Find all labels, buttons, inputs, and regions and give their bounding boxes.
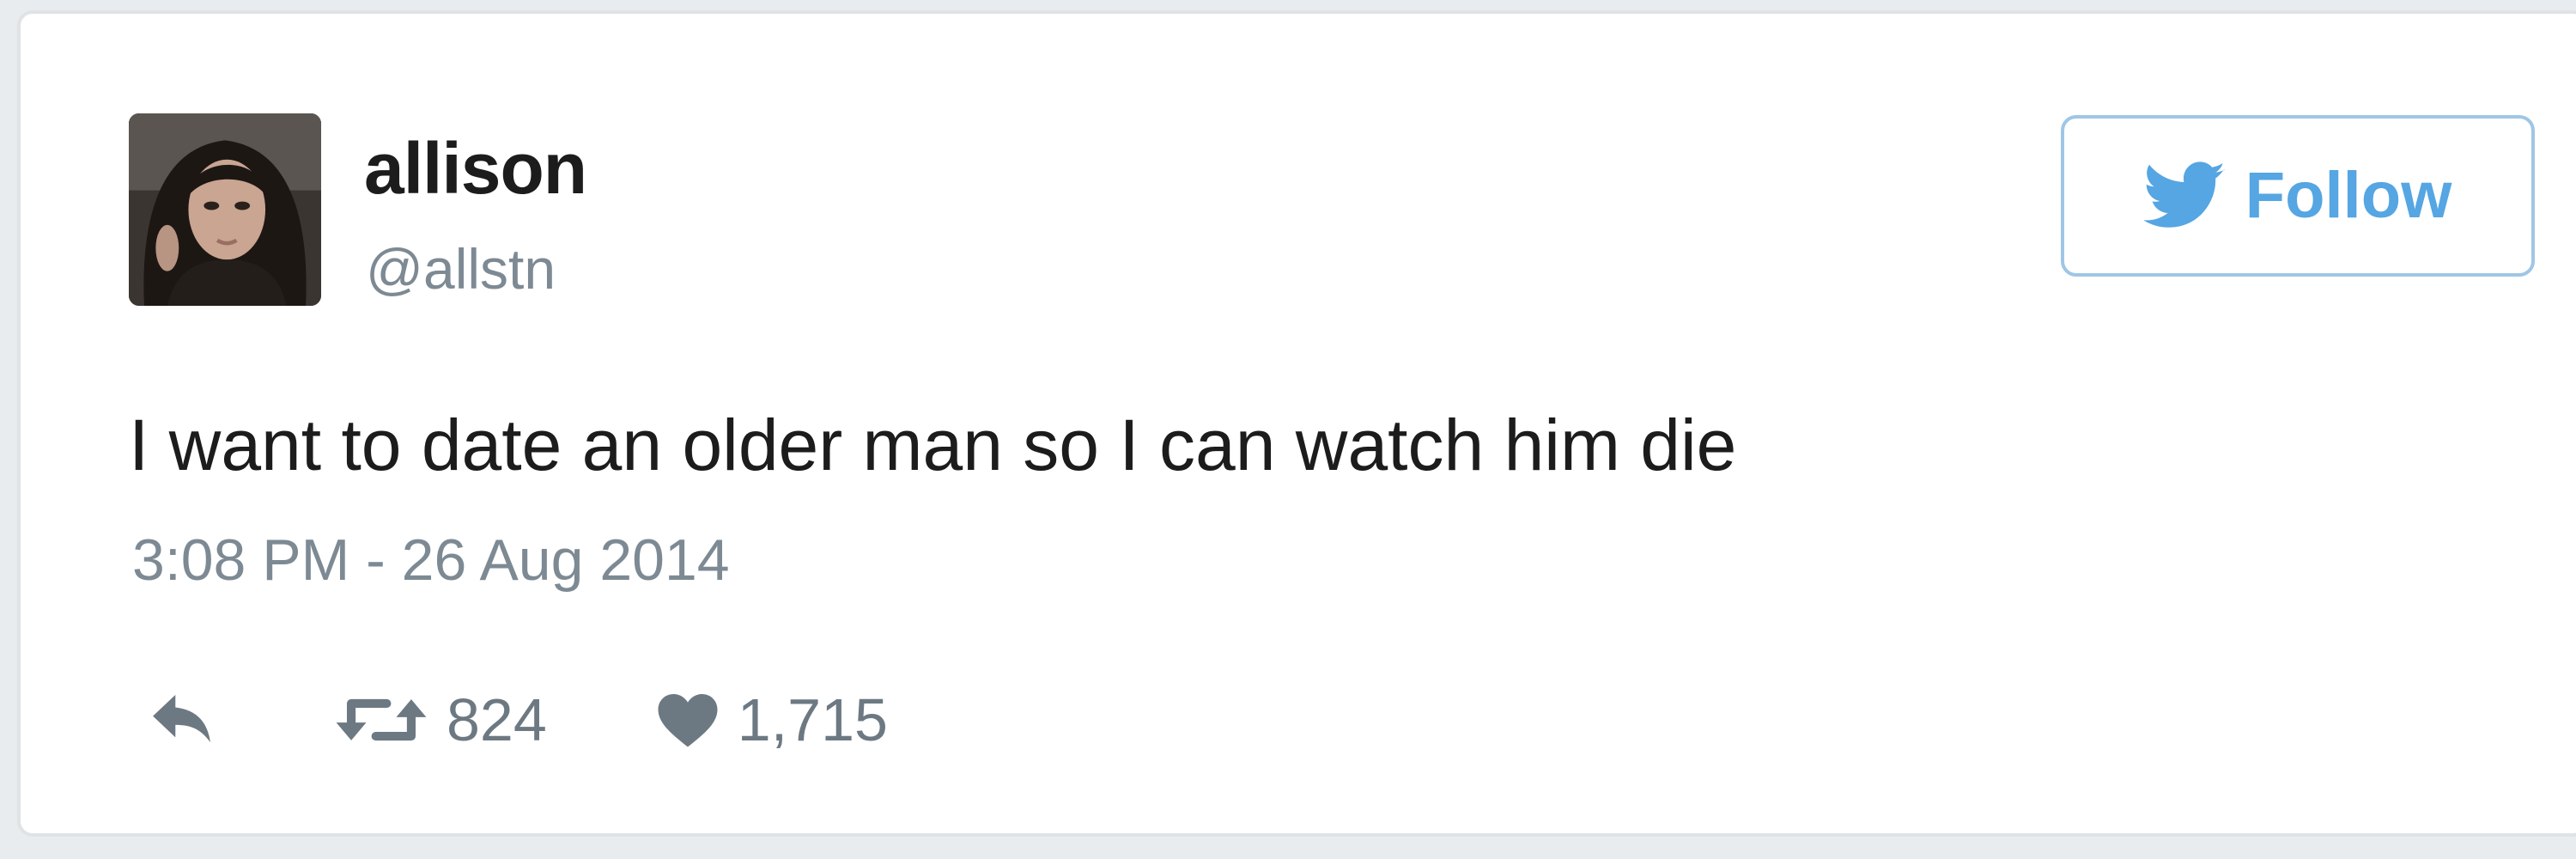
avatar-photo [129, 113, 321, 306]
tweet-timestamp[interactable]: 3:08 PM - 26 Aug 2014 [132, 531, 730, 589]
twitter-bird-icon [2143, 161, 2226, 228]
follow-label: Follow [2245, 159, 2452, 232]
like-count: 1,715 [737, 686, 888, 753]
tweet-actions: 824 1,715 [149, 677, 888, 763]
like-button[interactable]: 1,715 [657, 690, 888, 750]
retweet-count: 824 [447, 686, 547, 753]
retweet-button[interactable]: 824 [335, 690, 547, 750]
heart-icon [658, 694, 718, 747]
reply-button[interactable] [149, 692, 232, 747]
reply-icon [153, 694, 210, 743]
tweet-card: allison @allstn Follow I want to date an… [17, 10, 2576, 837]
follow-button[interactable]: Follow [2061, 115, 2535, 277]
user-handle[interactable]: @allstn [366, 241, 556, 297]
tweet-text: I want to date an older man so I can wat… [129, 405, 1737, 485]
avatar[interactable] [129, 113, 321, 306]
retweet-icon [336, 698, 427, 741]
display-name[interactable]: allison [364, 132, 587, 204]
